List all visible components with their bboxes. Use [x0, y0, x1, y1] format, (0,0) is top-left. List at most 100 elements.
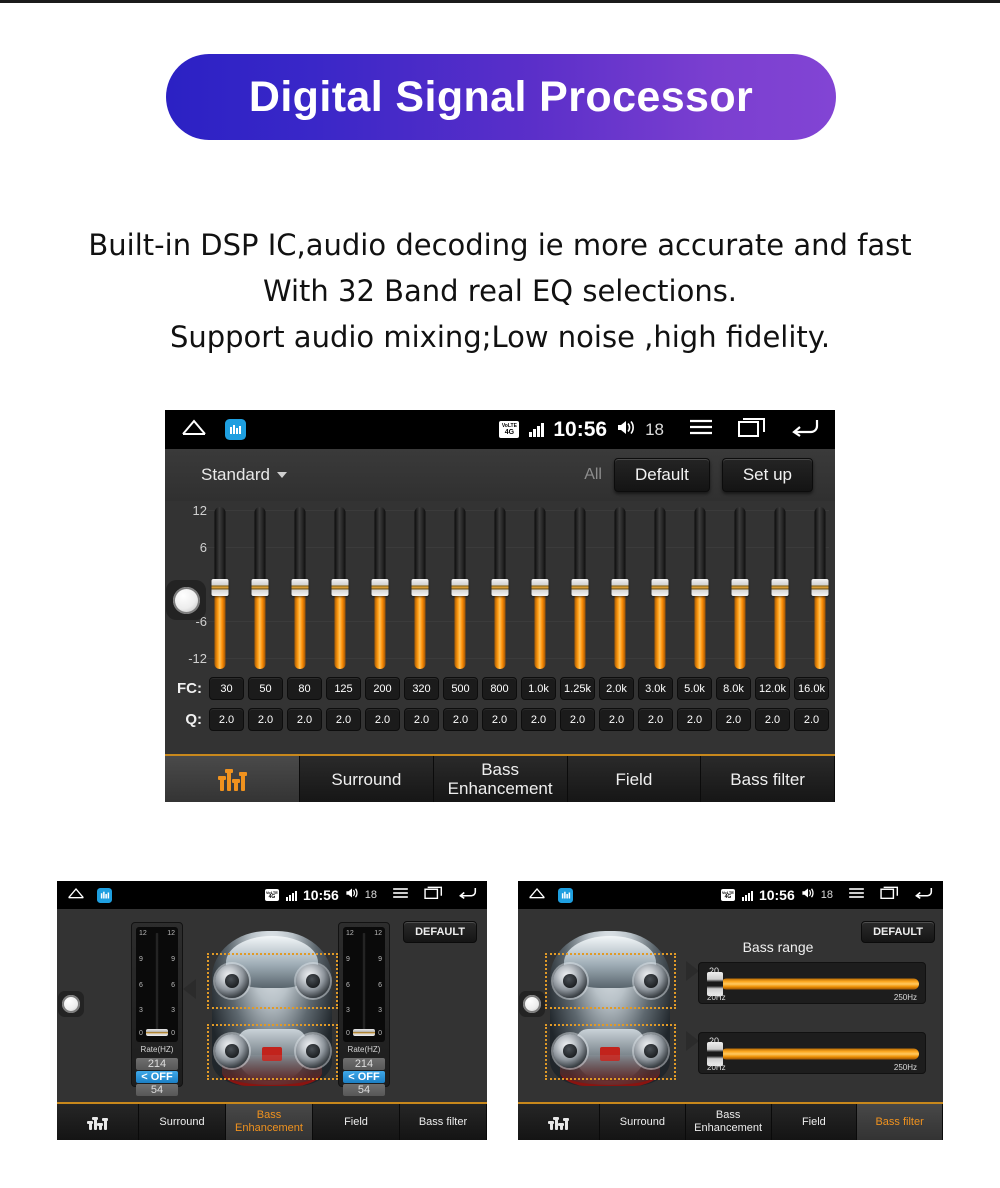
slider-handle[interactable]	[211, 579, 228, 596]
fc-cell[interactable]: 80	[287, 677, 322, 700]
setup-button[interactable]: Set up	[721, 458, 813, 492]
q-cell[interactable]: 2.0	[443, 708, 478, 731]
fc-cell[interactable]: 8.0k	[716, 677, 751, 700]
q-cell[interactable]: 2.0	[560, 708, 595, 731]
volume-speaker-icon[interactable]	[345, 886, 359, 904]
tab-equalizer[interactable]	[518, 1104, 600, 1140]
eq-band-slider[interactable]	[651, 507, 669, 669]
volume-knob[interactable]	[166, 580, 206, 620]
back-icon[interactable]	[914, 886, 933, 904]
slider-handle[interactable]	[811, 579, 829, 596]
rate-value-bottom[interactable]: 54	[343, 1084, 385, 1096]
tab-bass-enhancement[interactable]: Bass Enhancement	[433, 756, 568, 802]
rear-speaker-zone[interactable]	[545, 1024, 676, 1080]
slider-handle[interactable]	[251, 579, 269, 596]
tab-bass-filter[interactable]: Bass filter	[857, 1104, 943, 1140]
recents-icon[interactable]	[880, 886, 899, 904]
tab-bass-enhancement[interactable]: Bass Enhancement	[685, 1104, 772, 1140]
fc-cell[interactable]: 200	[365, 677, 400, 700]
eq-band-slider[interactable]	[211, 507, 228, 669]
tab-surround[interactable]: Surround	[139, 1104, 226, 1140]
dsp-app-icon[interactable]	[97, 887, 112, 903]
eq-band-slider[interactable]	[531, 507, 549, 669]
eq-band-slider[interactable]	[691, 507, 709, 669]
tab-bass-enhancement[interactable]: Bass Enhancement	[226, 1104, 313, 1140]
q-cell[interactable]: 2.0	[248, 708, 283, 731]
meter-handle[interactable]	[353, 1029, 375, 1036]
bass-range-slider-bottom[interactable]: 20 20Hz 250Hz	[699, 1033, 927, 1075]
slider-handle[interactable]	[651, 579, 669, 596]
fc-cell[interactable]: 125	[326, 677, 361, 700]
slider-handle[interactable]	[451, 579, 469, 596]
tab-field[interactable]: Field	[313, 1104, 400, 1140]
tab-equalizer[interactable]	[57, 1104, 139, 1140]
fc-cell[interactable]: 1.25k	[560, 677, 595, 700]
volume-knob[interactable]	[58, 991, 84, 1017]
recents-icon[interactable]	[424, 886, 443, 904]
home-icon[interactable]	[528, 886, 546, 904]
slider-handle[interactable]	[611, 579, 629, 596]
rate-meter-left[interactable]: 12 12 9 9 6 6 3 3 0 0 Rate(HZ) 214 < OFF…	[131, 922, 183, 1096]
fc-cell[interactable]: 16.0k	[794, 677, 829, 700]
rate-value-top[interactable]: 214	[343, 1058, 385, 1070]
volume-speaker-icon[interactable]	[801, 886, 815, 904]
fc-cell[interactable]: 2.0k	[599, 677, 634, 700]
q-cell[interactable]: 2.0	[365, 708, 400, 731]
rate-meter-right[interactable]: 12 12 9 9 6 6 3 3 0 0 Rate(HZ) 214 < OFF…	[338, 922, 390, 1096]
volume-speaker-icon[interactable]	[616, 419, 636, 441]
fc-cell[interactable]: 30	[209, 677, 244, 700]
q-cell[interactable]: 2.0	[677, 708, 712, 731]
q-cell[interactable]: 2.0	[794, 708, 829, 731]
slider-handle[interactable]	[291, 579, 309, 596]
slider-handle[interactable]	[411, 579, 429, 596]
q-cell[interactable]: 2.0	[638, 708, 673, 731]
back-icon[interactable]	[791, 417, 819, 442]
fc-cell[interactable]: 320	[404, 677, 439, 700]
tab-surround[interactable]: Surround	[600, 1104, 686, 1140]
home-icon[interactable]	[67, 886, 85, 904]
rear-speaker-zone[interactable]	[207, 1024, 338, 1080]
fc-cell[interactable]: 3.0k	[638, 677, 673, 700]
fc-cell[interactable]: 800	[482, 677, 517, 700]
slider-handle[interactable]	[371, 579, 389, 596]
bass-range-bar[interactable]	[721, 1048, 919, 1060]
fc-cell[interactable]: 5.0k	[677, 677, 712, 700]
rate-value-bottom[interactable]: 54	[136, 1084, 178, 1096]
preset-dropdown[interactable]: Standard	[201, 465, 287, 485]
q-cell[interactable]: 2.0	[326, 708, 361, 731]
volume-knob[interactable]	[519, 991, 545, 1017]
bass-range-bar[interactable]	[721, 978, 919, 990]
fc-cell[interactable]: 1.0k	[521, 677, 556, 700]
eq-band-slider[interactable]	[411, 507, 429, 669]
fc-cell[interactable]: 500	[443, 677, 478, 700]
tab-surround[interactable]: Surround	[300, 756, 434, 802]
meter-gauge[interactable]: 12 12 9 9 6 6 3 3 0 0	[136, 927, 178, 1042]
front-speaker-zone[interactable]	[207, 953, 338, 1009]
home-icon[interactable]	[181, 418, 207, 441]
slider-handle[interactable]	[491, 579, 509, 596]
slider-handle[interactable]	[571, 579, 589, 596]
fc-cell[interactable]: 50	[248, 677, 283, 700]
rate-state-toggle[interactable]: < OFF	[343, 1071, 385, 1083]
eq-band-slider[interactable]	[811, 507, 829, 669]
tab-bass-filter[interactable]: Bass filter	[400, 1104, 487, 1140]
eq-band-slider[interactable]	[251, 507, 269, 669]
meter-gauge[interactable]: 12 12 9 9 6 6 3 3 0 0	[343, 927, 385, 1042]
default-button[interactable]: Default	[613, 458, 710, 492]
menu-icon[interactable]	[392, 886, 409, 904]
tab-equalizer[interactable]	[165, 756, 300, 802]
eq-band-slider[interactable]	[571, 507, 589, 669]
eq-band-slider[interactable]	[371, 507, 389, 669]
slider-handle[interactable]	[691, 579, 709, 596]
slider-handle[interactable]	[731, 579, 749, 596]
fc-cell[interactable]: 12.0k	[755, 677, 790, 700]
tab-field[interactable]: Field	[771, 1104, 858, 1140]
front-speaker-zone[interactable]	[545, 953, 676, 1009]
menu-icon[interactable]	[689, 418, 713, 441]
q-cell[interactable]: 2.0	[287, 708, 322, 731]
back-icon[interactable]	[458, 886, 477, 904]
slider-handle[interactable]	[331, 579, 349, 596]
q-cell[interactable]: 2.0	[716, 708, 751, 731]
slider-handle[interactable]	[771, 579, 789, 596]
recents-icon[interactable]	[738, 417, 766, 442]
